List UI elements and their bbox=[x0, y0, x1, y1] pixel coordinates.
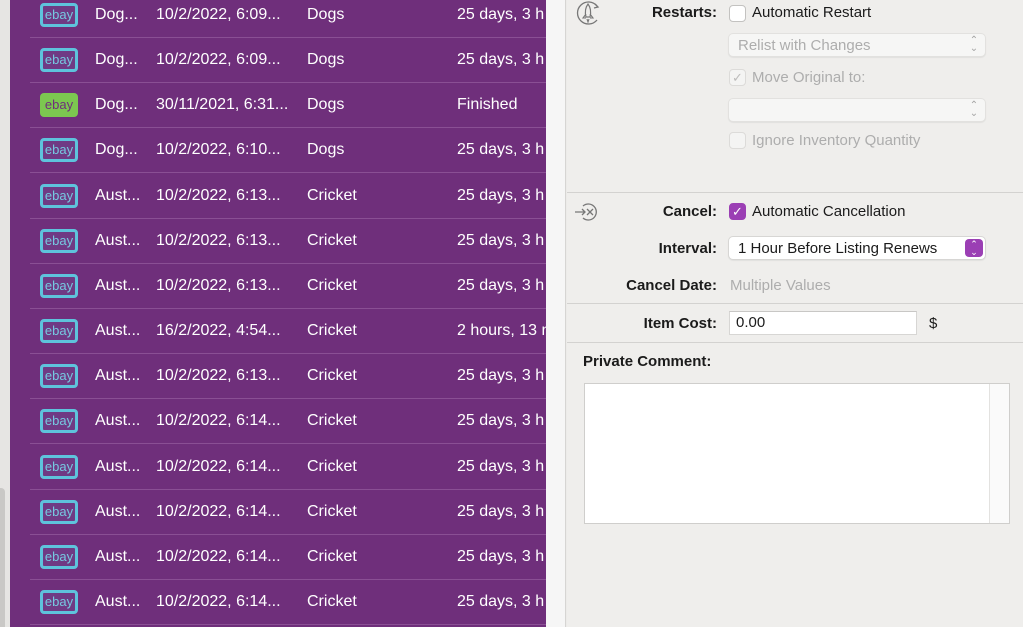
listing-date: 10/2/2022, 6:14... bbox=[156, 592, 281, 610]
cancel-date-value: Multiple Values bbox=[730, 277, 831, 294]
restarts-label: Restarts: bbox=[651, 4, 717, 21]
ignore-inventory-checkbox[interactable] bbox=[729, 132, 746, 149]
private-comment-label: Private Comment: bbox=[583, 353, 712, 370]
site-badge: ebay bbox=[40, 409, 78, 434]
item-cost-label: Item Cost: bbox=[643, 315, 717, 332]
cancel-label: Cancel: bbox=[662, 203, 717, 220]
interval-popup[interactable]: 1 Hour Before Listing Renews ⌃ ⌄ bbox=[728, 236, 986, 260]
table-row[interactable]: ebay Aust... 10/2/2022, 6:14... Cricket 25 d… bbox=[30, 445, 546, 490]
split-divider[interactable] bbox=[546, 0, 566, 627]
relist-popup[interactable]: Relist with Changes ⌃ ⌄ bbox=[728, 33, 986, 57]
section-divider bbox=[567, 303, 1023, 304]
listing-time-left: 25 days, 3 h bbox=[457, 592, 545, 610]
table-row[interactable]: ebay Dog... 10/2/2022, 6:09... Dogs 25 days,… bbox=[30, 0, 546, 38]
automatic-cancellation-label[interactable]: Automatic Cancellation bbox=[752, 203, 905, 220]
table-row[interactable]: ebay Aust... 10/2/2022, 6:13... Cricket 25 d… bbox=[30, 354, 546, 400]
table-row[interactable]: ebay Aust... 10/2/2022, 6:13... Cricket 25 d… bbox=[30, 174, 546, 219]
cancel-date-label: Cancel Date: bbox=[626, 277, 717, 294]
interval-popup-value: 1 Hour Before Listing Renews bbox=[738, 240, 938, 257]
automatic-restart-label[interactable]: Automatic Restart bbox=[752, 4, 871, 21]
left-gutter bbox=[0, 0, 10, 627]
site-badge: ebay bbox=[40, 138, 78, 163]
textarea-scrollbar[interactable] bbox=[989, 384, 1009, 523]
move-original-checkbox[interactable]: ✓ bbox=[729, 69, 746, 86]
table-row[interactable]: ebay Dog... 30/11/2021, 6:31... Dogs Finishe… bbox=[30, 83, 546, 129]
chevron-updown-icon: ⌃ ⌄ bbox=[969, 35, 979, 54]
site-badge: ebay bbox=[40, 273, 78, 298]
site-badge: ebay bbox=[40, 93, 78, 118]
table-row[interactable]: ebay Aust... 10/2/2022, 6:14... Cricket 25 d… bbox=[30, 535, 546, 580]
site-badge: ebay bbox=[40, 364, 78, 389]
site-badge: ebay bbox=[40, 499, 78, 524]
currency-label: $ bbox=[929, 315, 938, 332]
automatic-restart-checkbox[interactable] bbox=[729, 5, 746, 22]
inspector-panel: Restarts: Automatic Restart Relist with … bbox=[567, 0, 1023, 627]
table-row[interactable]: ebay Aust... 16/2/2022, 4:54... Cricket 2 ho… bbox=[30, 309, 546, 355]
table-row[interactable]: ebay Aust... 10/2/2022, 6:13... Cricket 25 d… bbox=[30, 219, 546, 264]
site-badge: ebay bbox=[40, 589, 78, 614]
listings-table: ebay Dog... 10/2/2022, 6:09... Dogs 25 days,… bbox=[10, 0, 546, 627]
site-badge: ebay bbox=[40, 48, 78, 73]
relist-popup-value: Relist with Changes bbox=[738, 37, 871, 54]
site-badge: ebay bbox=[40, 454, 78, 479]
scrollbar[interactable] bbox=[0, 488, 5, 627]
chevron-updown-icon: ⌃ ⌄ bbox=[969, 100, 979, 119]
automatic-cancellation-checkbox[interactable]: ✓ bbox=[729, 203, 746, 220]
interval-label: Interval: bbox=[658, 240, 717, 257]
site-badge: ebay bbox=[40, 3, 78, 27]
private-comment-value bbox=[585, 384, 1009, 392]
table-row[interactable]: ebay Aust... 10/2/2022, 6:14... Cricket 25 d… bbox=[30, 580, 546, 625]
table-row[interactable]: ebay Aust... 10/2/2022, 6:13... Cricket 25 d… bbox=[30, 264, 546, 309]
listing-category: Cricket bbox=[307, 592, 357, 610]
item-cost-input[interactable]: 0.00 bbox=[729, 311, 917, 335]
site-badge: ebay bbox=[40, 544, 78, 569]
private-comment-textarea[interactable] bbox=[584, 383, 1010, 524]
site-badge: ebay bbox=[40, 319, 78, 344]
site-badge: ebay bbox=[40, 228, 78, 253]
ignore-inventory-label: Ignore Inventory Quantity bbox=[752, 132, 921, 149]
site-badge: ebay bbox=[40, 183, 78, 208]
table-row[interactable]: ebay Aust... 10/2/2022, 6:14... Cricket 25 d… bbox=[30, 399, 546, 445]
chevron-updown-icon: ⌃ ⌄ bbox=[965, 239, 983, 257]
listing-title: Aust... bbox=[95, 592, 141, 610]
section-divider bbox=[567, 192, 1023, 193]
move-original-label: Move Original to: bbox=[752, 69, 866, 86]
table-row[interactable]: ebay Aust... 10/2/2022, 6:14... Cricket 25 d… bbox=[30, 490, 546, 535]
move-target-popup[interactable]: ⌃ ⌄ bbox=[728, 98, 986, 122]
table-row[interactable]: ebay Dog... 10/2/2022, 6:09... Dogs 25 days,… bbox=[30, 38, 546, 84]
section-divider bbox=[567, 342, 1023, 343]
table-row[interactable]: ebay Dog... 10/2/2022, 6:10... Dogs 25 days,… bbox=[30, 128, 546, 174]
